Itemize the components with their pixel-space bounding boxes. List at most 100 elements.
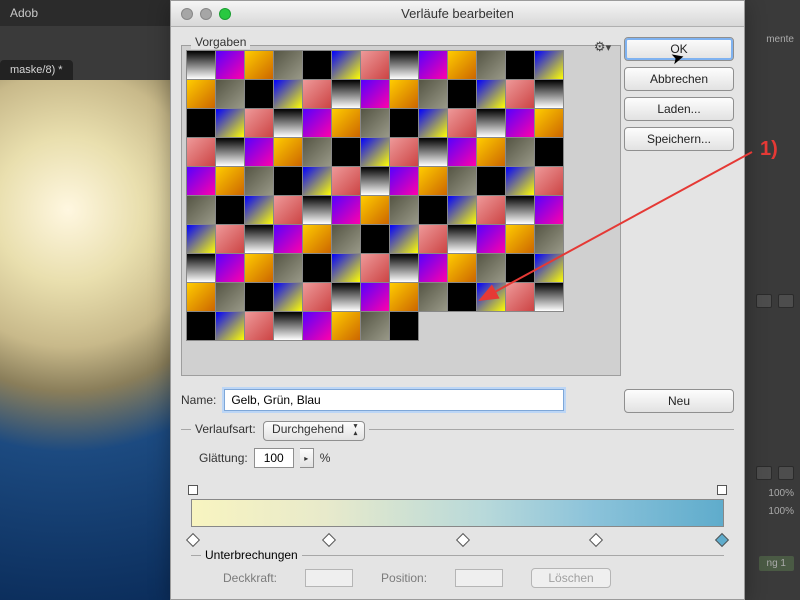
preset-swatch[interactable] xyxy=(273,195,303,225)
preset-swatch[interactable] xyxy=(244,50,274,80)
preset-swatch[interactable] xyxy=(476,253,506,283)
preset-swatch[interactable] xyxy=(418,108,448,138)
color-stop[interactable] xyxy=(589,533,603,547)
preset-swatch[interactable] xyxy=(389,79,419,109)
preset-swatch[interactable] xyxy=(505,224,535,254)
preset-swatch[interactable] xyxy=(244,253,274,283)
preset-swatch[interactable] xyxy=(331,137,361,167)
preset-swatch[interactable] xyxy=(476,224,506,254)
opacity-stop[interactable] xyxy=(717,485,727,495)
preset-swatch[interactable] xyxy=(215,311,245,341)
preset-swatch[interactable] xyxy=(215,224,245,254)
preset-swatch[interactable] xyxy=(534,137,564,167)
preset-swatch[interactable] xyxy=(186,224,216,254)
preset-swatch[interactable] xyxy=(331,108,361,138)
preset-swatch[interactable] xyxy=(389,137,419,167)
preset-swatch[interactable] xyxy=(418,253,448,283)
preset-swatch[interactable] xyxy=(273,282,303,312)
preset-swatch[interactable] xyxy=(418,137,448,167)
preset-swatch[interactable] xyxy=(360,137,390,167)
preset-swatch[interactable] xyxy=(302,137,332,167)
preset-swatch[interactable] xyxy=(360,108,390,138)
preset-swatch[interactable] xyxy=(215,79,245,109)
preset-swatch[interactable] xyxy=(389,166,419,196)
preset-swatch[interactable] xyxy=(360,166,390,196)
preset-swatch[interactable] xyxy=(505,79,535,109)
preset-swatch[interactable] xyxy=(389,108,419,138)
preset-swatch[interactable] xyxy=(331,253,361,283)
layer-tag[interactable]: ng 1 xyxy=(759,556,794,571)
preset-swatch[interactable] xyxy=(215,108,245,138)
preset-swatch[interactable] xyxy=(447,195,477,225)
preset-swatch[interactable] xyxy=(215,282,245,312)
preset-swatch[interactable] xyxy=(244,224,274,254)
preset-swatch[interactable] xyxy=(389,224,419,254)
preset-swatch[interactable] xyxy=(534,50,564,80)
dialog-titlebar[interactable]: Verläufe bearbeiten xyxy=(171,1,744,27)
preset-swatch[interactable] xyxy=(215,50,245,80)
preset-swatch[interactable] xyxy=(534,79,564,109)
preset-swatch[interactable] xyxy=(447,79,477,109)
color-stop[interactable] xyxy=(322,533,336,547)
preset-swatch[interactable] xyxy=(302,79,332,109)
preset-swatch[interactable] xyxy=(331,311,361,341)
preset-swatch[interactable] xyxy=(505,282,535,312)
preset-swatch[interactable] xyxy=(389,311,419,341)
preset-swatch[interactable] xyxy=(273,224,303,254)
preset-swatch[interactable] xyxy=(534,108,564,138)
preset-swatch[interactable] xyxy=(331,50,361,80)
preset-swatch[interactable] xyxy=(302,311,332,341)
gradient-bar-editor[interactable] xyxy=(191,485,724,545)
preset-swatch[interactable] xyxy=(360,311,390,341)
gear-icon[interactable]: ⚙︎▾ xyxy=(594,39,611,55)
preset-grid[interactable] xyxy=(186,50,616,371)
preset-swatch[interactable] xyxy=(534,195,564,225)
smooth-input[interactable] xyxy=(254,448,294,468)
preset-swatch[interactable] xyxy=(331,79,361,109)
preset-swatch[interactable] xyxy=(244,79,274,109)
preset-swatch[interactable] xyxy=(418,224,448,254)
preset-swatch[interactable] xyxy=(331,224,361,254)
preset-swatch[interactable] xyxy=(273,137,303,167)
preset-swatch[interactable] xyxy=(389,282,419,312)
preset-swatch[interactable] xyxy=(186,79,216,109)
preset-swatch[interactable] xyxy=(302,282,332,312)
preset-swatch[interactable] xyxy=(360,282,390,312)
preset-swatch[interactable] xyxy=(302,166,332,196)
color-stop[interactable] xyxy=(715,533,729,547)
gradient-bar[interactable] xyxy=(191,499,724,527)
preset-swatch[interactable] xyxy=(534,166,564,196)
preset-swatch[interactable] xyxy=(505,108,535,138)
preset-swatch[interactable] xyxy=(273,253,303,283)
preset-swatch[interactable] xyxy=(360,224,390,254)
preset-swatch[interactable] xyxy=(447,282,477,312)
color-stop[interactable] xyxy=(186,533,200,547)
preset-swatch[interactable] xyxy=(244,137,274,167)
panel-icon[interactable] xyxy=(778,466,794,480)
preset-swatch[interactable] xyxy=(447,166,477,196)
preset-swatch[interactable] xyxy=(215,166,245,196)
load-button[interactable]: Laden... xyxy=(624,97,734,121)
preset-swatch[interactable] xyxy=(534,253,564,283)
preset-swatch[interactable] xyxy=(244,195,274,225)
preset-swatch[interactable] xyxy=(534,282,564,312)
preset-swatch[interactable] xyxy=(186,195,216,225)
preset-swatch[interactable] xyxy=(186,50,216,80)
preset-swatch[interactable] xyxy=(360,195,390,225)
document-tab[interactable]: maske/8) * xyxy=(0,60,73,80)
preset-swatch[interactable] xyxy=(418,195,448,225)
preset-swatch[interactable] xyxy=(186,253,216,283)
preset-swatch[interactable] xyxy=(476,50,506,80)
preset-swatch[interactable] xyxy=(476,195,506,225)
preset-swatch[interactable] xyxy=(302,195,332,225)
undo-icon[interactable] xyxy=(756,294,772,308)
preset-swatch[interactable] xyxy=(273,108,303,138)
cancel-button[interactable]: Abbrechen xyxy=(624,67,734,91)
preset-swatch[interactable] xyxy=(360,253,390,283)
preset-swatch[interactable] xyxy=(505,50,535,80)
type-select[interactable]: Durchgehend xyxy=(263,421,365,441)
preset-swatch[interactable] xyxy=(418,50,448,80)
preset-swatch[interactable] xyxy=(505,166,535,196)
preset-swatch[interactable] xyxy=(476,108,506,138)
preset-swatch[interactable] xyxy=(302,253,332,283)
